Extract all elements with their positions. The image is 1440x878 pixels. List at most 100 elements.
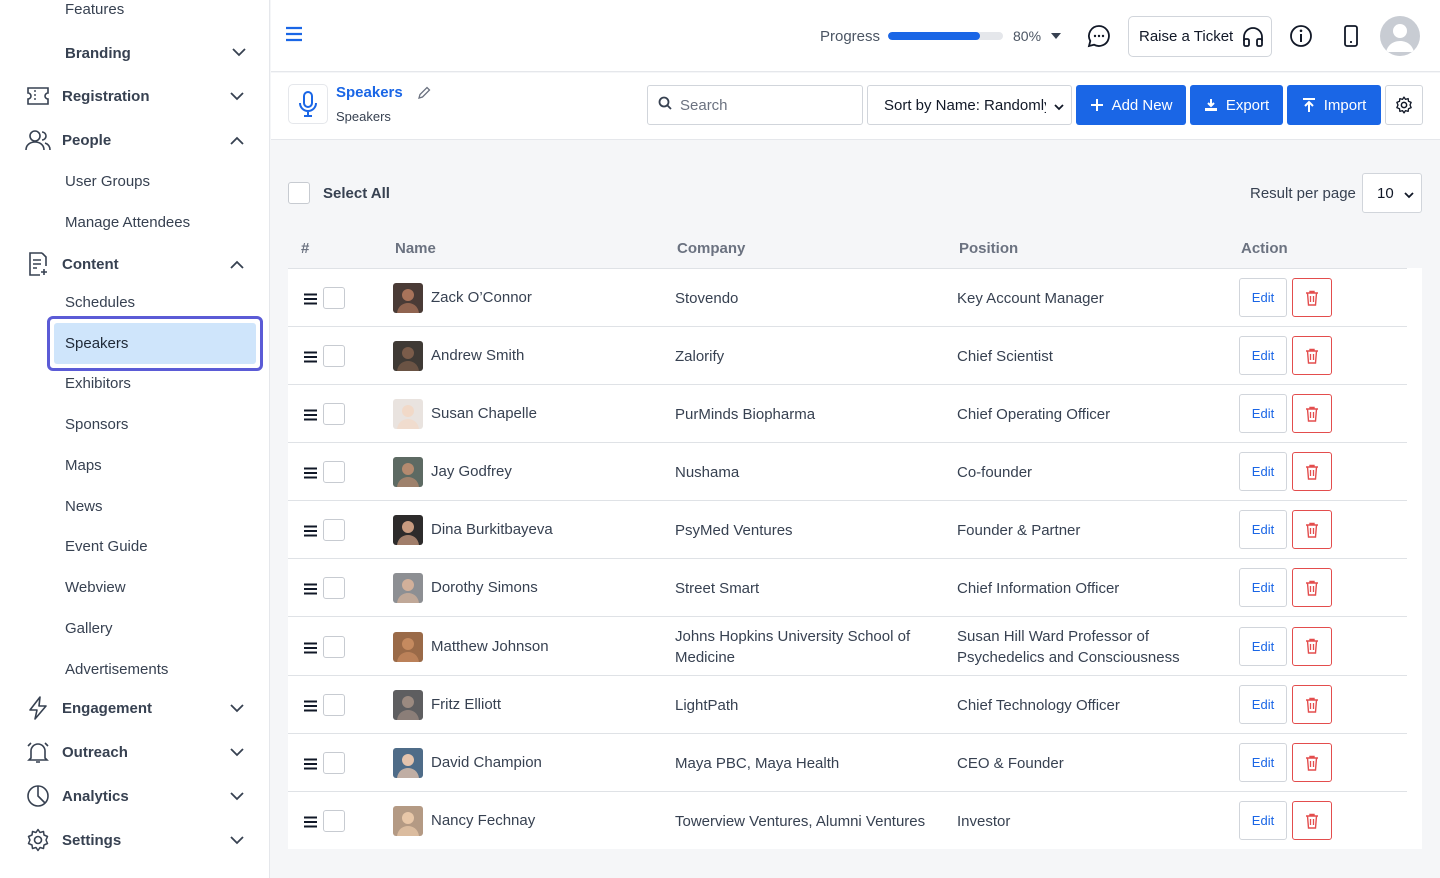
info-icon[interactable] [1289,24,1313,48]
sidebar-item-engagement[interactable]: Engagement [24,692,246,724]
edit-button[interactable]: Edit [1239,336,1287,375]
drag-handle-icon[interactable] [304,699,317,712]
sort-select[interactable]: Sort by Name: Randomly [867,85,1072,125]
search-input[interactable] [680,96,840,114]
edit-button[interactable]: Edit [1239,394,1287,433]
drag-handle-icon[interactable] [304,524,317,537]
menu-icon[interactable] [285,26,305,46]
drag-handle-icon[interactable] [304,408,317,421]
sidebar-item-settings[interactable]: Settings [24,824,246,856]
edit-button[interactable]: Edit [1239,278,1287,317]
raise-ticket-button[interactable]: Raise a Ticket [1128,16,1272,57]
drag-handle-icon[interactable] [304,641,317,653]
drag-handle-icon[interactable] [304,466,317,479]
speaker-company: LightPath [675,697,739,714]
sidebar-item-branding[interactable]: Branding [65,42,246,64]
table-row: Nancy Fechnay Towerview Ventures, Alumni … [288,791,1407,849]
sidebar-item-user-groups[interactable]: User Groups [65,173,150,190]
sidebar-item-news[interactable]: News [65,498,103,515]
row-checkbox[interactable] [323,810,345,832]
sidebar-item-advertisements[interactable]: Advertisements [65,661,168,678]
sidebar-item-sponsors[interactable]: Sponsors [65,416,128,433]
add-new-button[interactable]: Add New [1076,85,1186,125]
chevron-up-icon [228,131,246,149]
drag-handle-icon[interactable] [304,292,317,305]
progress-label: Progress [820,28,881,45]
microphone-icon [288,84,328,124]
row-checkbox[interactable] [323,752,345,774]
delete-button[interactable] [1292,278,1332,317]
speaker-company: Stovendo [675,290,739,307]
drag-handle-icon[interactable] [304,582,317,595]
import-label: Import [1323,96,1367,114]
sidebar-item-outreach[interactable]: Outreach [24,736,246,768]
edit-button[interactable]: Edit [1239,685,1287,724]
sidebar-item-exhibitors[interactable]: Exhibitors [65,375,131,392]
delete-button[interactable] [1292,336,1332,375]
sidebar-item-schedules[interactable]: Schedules [65,294,135,311]
row-checkbox[interactable] [323,577,345,599]
sidebar-item-maps[interactable]: Maps [65,457,102,474]
drag-handle-icon[interactable] [304,350,317,363]
select-all-checkbox[interactable] [288,182,310,204]
row-checkbox[interactable] [323,345,345,367]
drag-handle-icon[interactable] [304,757,317,770]
avatar [393,515,423,545]
sidebar-item-label: Speakers [54,323,256,364]
sidebar-item-people[interactable]: People [24,124,246,156]
edit-button[interactable]: Edit [1239,510,1287,549]
sidebar-item-manage-attendees[interactable]: Manage Attendees [65,214,190,231]
user-avatar-icon[interactable] [1380,16,1420,56]
sidebar-item-speakers[interactable]: Speakers [47,316,263,371]
result-per-page-select[interactable]: 10 [1362,173,1422,213]
delete-button[interactable] [1292,801,1332,840]
import-button[interactable]: Import [1287,85,1381,125]
edit-button[interactable]: Edit [1239,452,1287,491]
sidebar-item-event-guide[interactable]: Event Guide [65,538,148,555]
delete-button[interactable] [1292,743,1332,782]
speaker-position: Co-founder [957,464,1033,481]
export-button[interactable]: Export [1190,85,1283,125]
delete-button[interactable] [1292,626,1332,666]
row-checkbox[interactable] [323,519,345,541]
caret-down-icon[interactable] [1051,33,1061,39]
row-checkbox[interactable] [323,403,345,425]
delete-button[interactable] [1292,394,1332,433]
result-per-page-value: 10 [1377,184,1394,202]
edit-button[interactable]: Edit [1239,801,1287,840]
row-checkbox[interactable] [323,635,345,658]
column-header-name: Name [395,240,436,257]
progress-percent: 80% [1013,28,1042,44]
delete-button[interactable] [1292,452,1332,491]
sidebar-item-features[interactable]: Features [65,1,124,18]
delete-button[interactable] [1292,510,1332,549]
select-all-label: Select All [323,185,390,202]
edit-button[interactable]: Edit [1239,743,1287,782]
phone-icon[interactable] [1339,24,1363,48]
sidebar-item-webview[interactable]: Webview [65,579,126,596]
gear-icon [24,826,52,854]
sidebar-item-analytics[interactable]: Analytics [24,780,246,812]
drag-handle-icon[interactable] [304,815,317,828]
search-field[interactable] [647,85,863,125]
row-checkbox[interactable] [323,461,345,483]
avatar [393,283,423,313]
speaker-name: Fritz Elliott [431,696,502,713]
trash-icon [1306,290,1318,306]
column-header-index: # [301,240,310,257]
pencil-icon[interactable] [417,86,431,100]
table-row: Fritz Elliott LightPath Chief Technology O… [288,675,1407,733]
row-checkbox[interactable] [323,287,345,309]
edit-button[interactable]: Edit [1239,626,1287,666]
row-checkbox[interactable] [323,694,345,716]
sidebar-item-registration[interactable]: Registration [24,80,246,112]
delete-button[interactable] [1292,568,1332,607]
delete-button[interactable] [1292,685,1332,724]
speaker-position: Founder & Partner [957,522,1081,539]
sidebar-item-gallery[interactable]: Gallery [65,620,113,637]
settings-button[interactable] [1385,85,1423,125]
chevron-up-icon [228,255,246,273]
sidebar-item-content[interactable]: Content [24,248,246,280]
edit-button[interactable]: Edit [1239,568,1287,607]
chat-icon[interactable] [1087,24,1111,48]
